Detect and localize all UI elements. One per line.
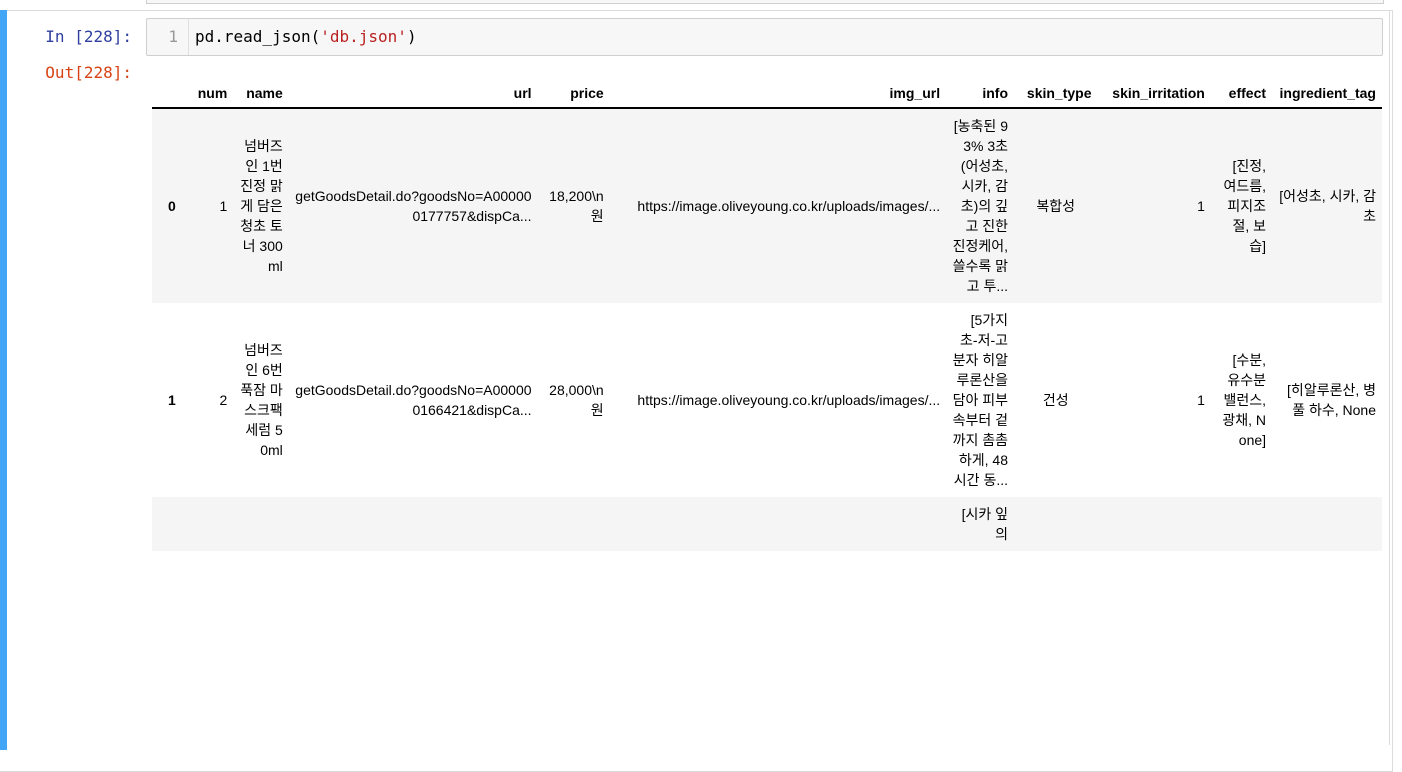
cell-effect [1210,497,1273,551]
cell-right-border [1389,10,1390,745]
cell-name: 넘버즈인 1번 진정 맑게 담은 청초 토너 300ml [233,108,289,303]
cell-num: 2 [219,392,228,408]
table-row: [시카 잎의 [152,497,1382,551]
row-index [152,497,192,551]
cell-skin-type [1014,497,1098,551]
cell-url: getGoodsDetail.do?goodsNo=A000000177757&… [288,108,538,303]
line-number: 1 [147,19,189,55]
cell-ingredient-tag [1272,497,1382,551]
cell-skin-type: 건성 [1042,392,1069,408]
cell-url: getGoodsDetail.do?goodsNo=A000000166421&… [295,382,532,418]
cell-skin-type: 복합성 [1014,108,1098,303]
row-index: 0 [152,108,192,303]
cell-url [288,497,538,551]
table-row: 0 1 넘버즈인 1번 진정 맑게 담은 청초 토너 300ml getGood… [152,108,1382,303]
cell-info: [농축된 93% 3초(어성초, 시카, 감초)의 깊고 진한 진정케어, 쓸수… [946,108,1014,303]
cell-name [233,497,289,551]
table-row: 1 2 넘버즈인 6번 푹잠 마스크팩 세럼 50ml getGoodsDeta… [152,303,1382,497]
output-area[interactable]: num name url price img_url info skin_typ… [152,78,1382,745]
cell-price: 18,200\n원 [537,108,610,303]
output-prompt: Out[228]: [45,63,132,82]
cell-effect: [수분, 유수분 밸런스, 광채, None] [1222,352,1267,448]
cell-info: [5가지 초-저-고분자 히알루론산을 담아 피부 속부터 겉까지 촘촘하게, … [952,312,1008,488]
cell-skin-irritation: 1 [1197,392,1205,408]
code-call: pd.read_json( [195,27,321,46]
col-header-skin-type: skin_type [1014,78,1098,109]
col-header-info: info [946,78,1014,109]
code-editor[interactable]: 1 pd.read_json('db.json') [146,18,1383,56]
cell-img-url [609,497,947,551]
col-header-effect: effect [1210,78,1273,109]
cell-num [191,497,234,551]
col-header-price: price [537,78,610,109]
row-index: 1 [168,392,176,408]
cell-info: [시카 잎의 [946,497,1014,551]
cell-price [537,497,610,551]
col-header-skin-irritation: skin_irritation [1097,78,1211,109]
col-header-index [152,78,192,109]
cell-num: 1 [191,108,234,303]
input-prompt: In [228]: [45,27,132,46]
cell-name: 넘버즈인 6번 푹잠 마스크팩 세럼 50ml [240,342,283,458]
col-header-num: num [191,78,234,109]
cell-skin-irritation [1097,497,1211,551]
cell-price: 28,000\n원 [549,382,604,418]
col-header-name: name [233,78,289,109]
cell-img-url: https://image.oliveyoung.co.kr/uploads/i… [609,108,947,303]
col-header-img-url: img_url [609,78,947,109]
col-header-ingredient-tag: ingredient_tag [1272,78,1382,109]
selected-cell-indicator [0,10,7,750]
cell-skin-irritation: 1 [1097,108,1211,303]
code-close: ) [406,27,417,46]
cell-effect: [진정, 여드름, 피지조절, 보습] [1210,108,1273,303]
dataframe-table: num name url price img_url info skin_typ… [152,78,1382,551]
cell-img-url: https://image.oliveyoung.co.kr/uploads/i… [637,392,941,408]
header-row: num name url price img_url info skin_typ… [152,78,1382,109]
code-string: 'db.json' [320,27,407,46]
cell-ingredient-tag: [어성초, 시카, 감초 [1272,108,1382,303]
code-line[interactable]: pd.read_json('db.json') [195,19,417,55]
previous-cell-edge [146,0,1384,4]
col-header-url: url [288,78,538,109]
cell-ingredient-tag: [히알루론산, 병풀 하수, None [1287,382,1376,418]
